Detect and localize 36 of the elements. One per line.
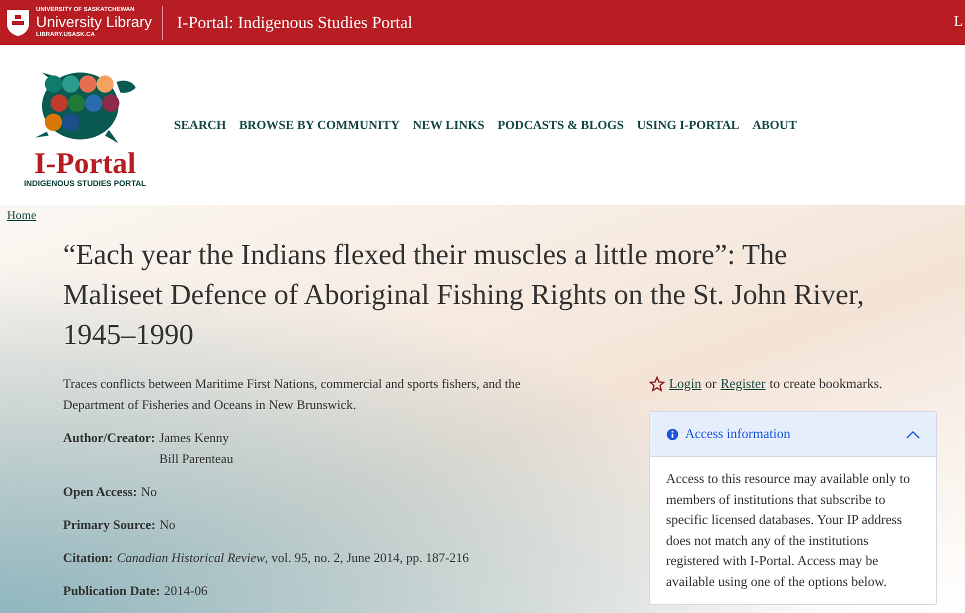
field-value: Bill Parenteau	[159, 450, 234, 468]
description-text: Traces conflicts between Maritime First Nations, commercial and sports fishers, and the Department of Fisheries and Oceans in New Brunswick.	[63, 375, 522, 414]
info-icon	[666, 428, 679, 440]
access-panel-header[interactable]: Access information	[650, 412, 936, 457]
breadcrumb-link[interactable]: Home	[7, 208, 36, 222]
field-label: Primary Source:	[63, 516, 156, 534]
bookmark-text: or	[705, 376, 716, 392]
nav-link[interactable]: NEW LINKS	[412, 118, 484, 132]
nav-link[interactable]: PODCASTS & BLOGS	[497, 118, 624, 132]
field-label: Citation:	[63, 549, 113, 567]
field-value: Canadian Historical Review, vol. 95, no. 2, June 2014, pp. 187-216	[116, 549, 469, 567]
field-label: Open Access:	[63, 483, 138, 501]
nav-link[interactable]: USING I-PORTAL	[636, 118, 740, 132]
chevron-icon[interactable]	[906, 430, 920, 438]
header-link[interactable]: L	[954, 14, 963, 31]
page-title: “Each year the Indians flexed their muscles a little more”: The Maliseet Defence of Aboriginal Fishing Rights on the St. John River, 1945–1990	[63, 238, 866, 353]
nav-link[interactable]: SEARCH	[174, 118, 226, 132]
nav-link[interactable]: BROWSE BY COMMUNITY	[239, 118, 400, 132]
field-label: Author/Creator:	[63, 429, 156, 447]
logo-tagline: INDIGENOUS STUDIES PORTAL	[24, 178, 146, 188]
register-link[interactable]: Register	[720, 376, 766, 392]
library-name: University Library	[36, 14, 152, 31]
field-value: 2014-06	[164, 582, 208, 600]
login-link[interactable]: Login	[669, 376, 702, 392]
access-panel-text: Access to this resource may available only to members of institutions that subscribe to specific licensed databases. Your IP address does not match any of the institutions registered with I-Portal. Access may be available using one of the options below.	[666, 470, 912, 591]
portal-title-link[interactable]: I-Portal: Indigenous Studies Portal	[176, 12, 412, 32]
bookmark-text: to create bookmarks.	[770, 376, 882, 392]
crest-icon	[6, 8, 30, 36]
field-value: No	[160, 516, 176, 534]
field-value: James Kenny	[159, 429, 230, 447]
logo-wordmark: I-Portal	[34, 148, 136, 178]
access-panel-title: Access information	[685, 426, 790, 442]
field-value: No	[141, 483, 157, 501]
star-icon[interactable]	[649, 376, 665, 392]
field-label: Publication Date:	[63, 582, 160, 600]
nav-link[interactable]: ABOUT	[752, 118, 797, 132]
